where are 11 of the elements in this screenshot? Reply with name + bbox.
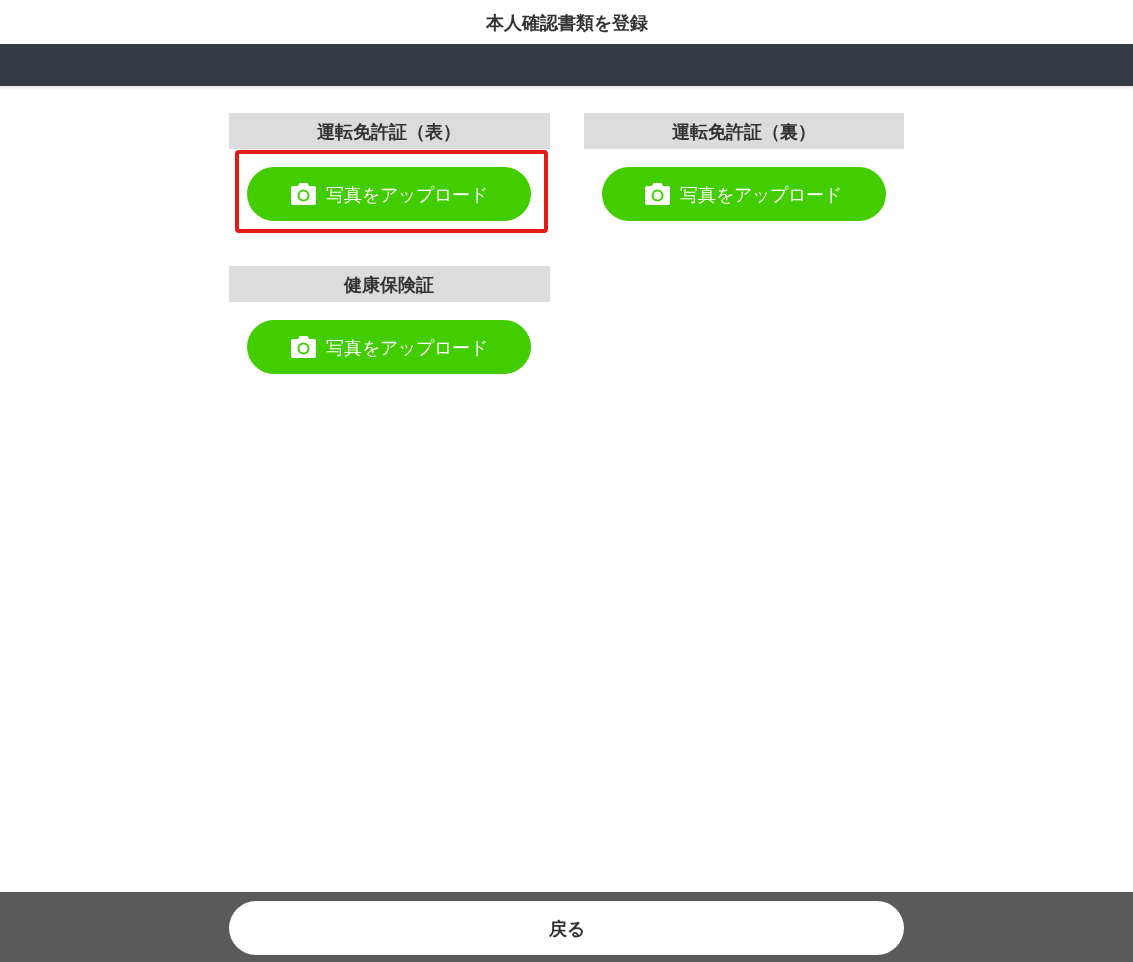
section-header: 運転免許証（裏）: [583, 113, 904, 149]
section-header: 健康保険証: [229, 266, 550, 302]
upload-photo-button[interactable]: 写真をアップロード: [247, 320, 531, 374]
camera-icon: [290, 183, 316, 205]
camera-icon: [290, 336, 316, 358]
upload-photo-button[interactable]: 写真をアップロード: [601, 167, 886, 221]
back-button[interactable]: 戻る: [229, 901, 904, 955]
camera-icon: [645, 183, 670, 205]
page-title: 本人確認書類を登録: [485, 10, 648, 35]
section-header: 運転免許証（表）: [229, 113, 550, 149]
upload-photo-button[interactable]: 写真をアップロード: [247, 167, 531, 221]
